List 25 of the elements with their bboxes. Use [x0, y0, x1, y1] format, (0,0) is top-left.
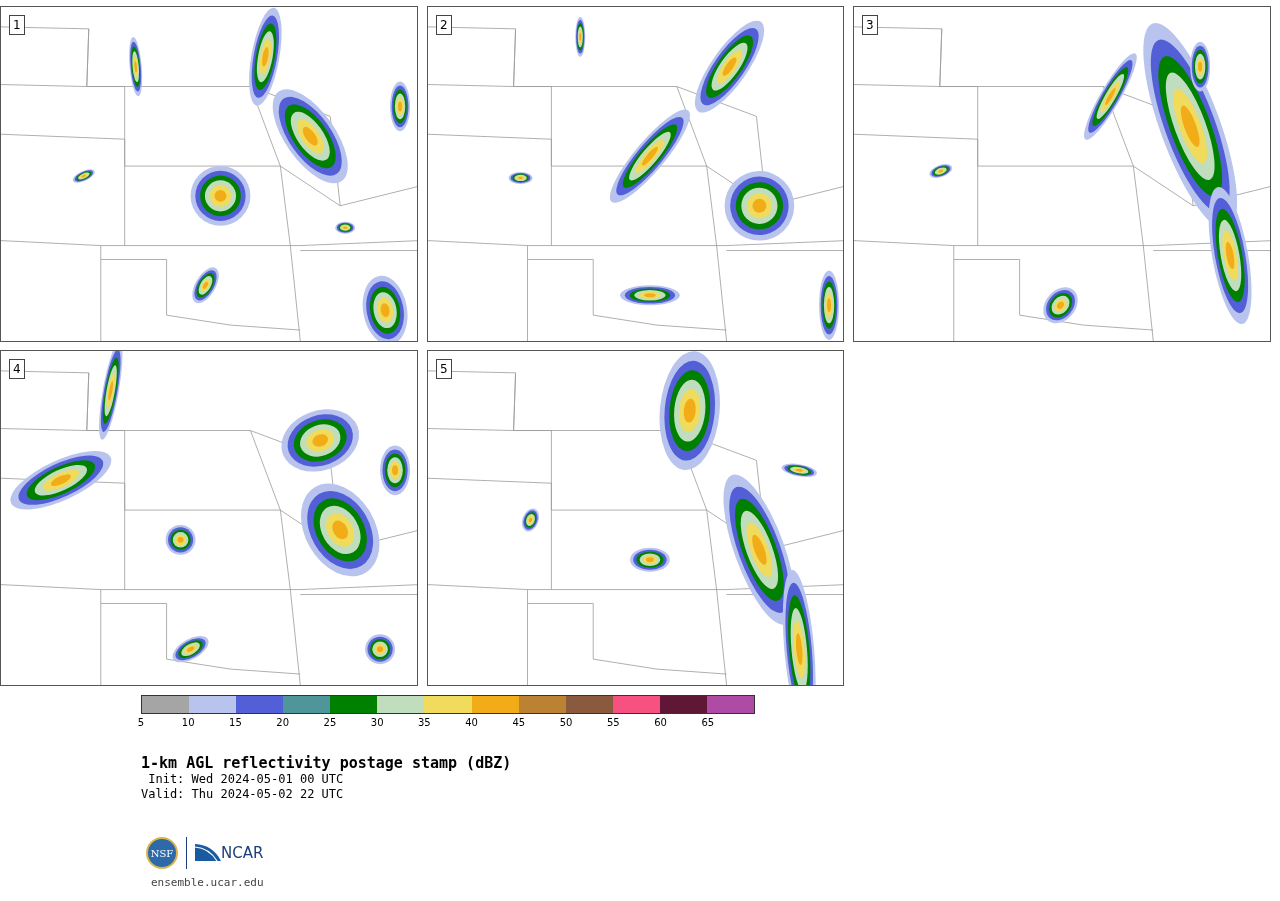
scale-tick-label: 50	[559, 717, 573, 728]
panel-number: 3	[862, 15, 878, 35]
nsf-logo: NSF	[146, 837, 178, 869]
panel-number: 1	[9, 15, 25, 35]
panel-number: 2	[436, 15, 452, 35]
scale-tick-label: 15	[229, 717, 242, 728]
scale-tick-label: 40	[465, 717, 478, 728]
scale-tick-label: 45	[512, 717, 526, 728]
scale-tick-label: 5	[137, 717, 145, 728]
scale-tick-label: 20	[276, 717, 290, 728]
site-url: ensemble.ucar.edu	[151, 876, 265, 889]
scale-tick-label: 10	[181, 717, 195, 728]
scale-tick-label: 30	[370, 717, 384, 728]
scale-tick-label: 60	[654, 717, 667, 728]
panel-number: 4	[9, 359, 25, 379]
scale-tick-label: 55	[606, 717, 620, 728]
panel-number: 5	[436, 359, 452, 379]
chart-title: 1-km AGL reflectivity postage stamp (dBZ)	[141, 754, 513, 772]
valid-time: Valid: Thu 2024-05-02 22 UTC	[141, 787, 345, 802]
ncar-logo: NCAR	[221, 844, 264, 862]
scale-tick-label: 25	[323, 717, 337, 728]
scale-tick-label: 35	[418, 717, 431, 728]
arc-logo-icon	[195, 843, 221, 863]
init-time: Init: Wed 2024-05-01 00 UTC	[147, 772, 345, 787]
scale-tick-label: 65	[701, 717, 715, 728]
